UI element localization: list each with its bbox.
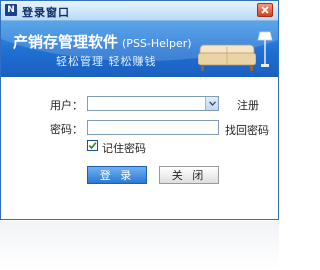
close-window-button[interactable] <box>257 3 273 17</box>
username-dropdown-button[interactable] <box>205 97 218 110</box>
banner: 产销存管理软件 (PSS-Helper) 轻松管理 轻松赚钱 <box>1 21 278 77</box>
app-icon: N <box>5 4 17 16</box>
forgot-password-link[interactable]: 找回密码 <box>225 122 269 138</box>
window-reflection <box>0 221 279 270</box>
remember-password-label[interactable]: 记住密码 <box>102 140 146 156</box>
window-title: 登录窗口 <box>22 6 70 19</box>
lamp-icon <box>257 31 273 67</box>
banner-title-text: 产销存管理软件 <box>13 33 119 51</box>
close-icon <box>261 6 269 14</box>
password-label: 密码： <box>50 123 83 136</box>
password-input[interactable] <box>87 120 219 135</box>
banner-title: 产销存管理软件 (PSS-Helper) <box>13 31 192 52</box>
login-form: 用户： 注册 密码： 找回密码 记住密码 登 录 关 闭 <box>1 77 278 219</box>
remember-password-checkbox[interactable] <box>87 140 98 151</box>
username-label: 用户： <box>50 99 83 112</box>
sofa-icon <box>198 44 256 71</box>
chevron-down-icon <box>208 101 216 106</box>
close-button[interactable]: 关 闭 <box>159 166 219 184</box>
username-combobox[interactable] <box>87 96 219 111</box>
banner-subtitle: (PSS-Helper) <box>122 37 192 50</box>
register-link[interactable]: 注册 <box>237 97 259 113</box>
login-window: N 登录窗口 产销存管理软件 (PSS-Helper) 轻松管理 轻松赚钱 用户： <box>0 0 279 220</box>
banner-slogan: 轻松管理 轻松赚钱 <box>56 55 157 68</box>
title-bar[interactable]: N 登录窗口 <box>1 1 278 21</box>
login-button[interactable]: 登 录 <box>87 166 147 184</box>
checkmark-icon <box>88 142 97 150</box>
